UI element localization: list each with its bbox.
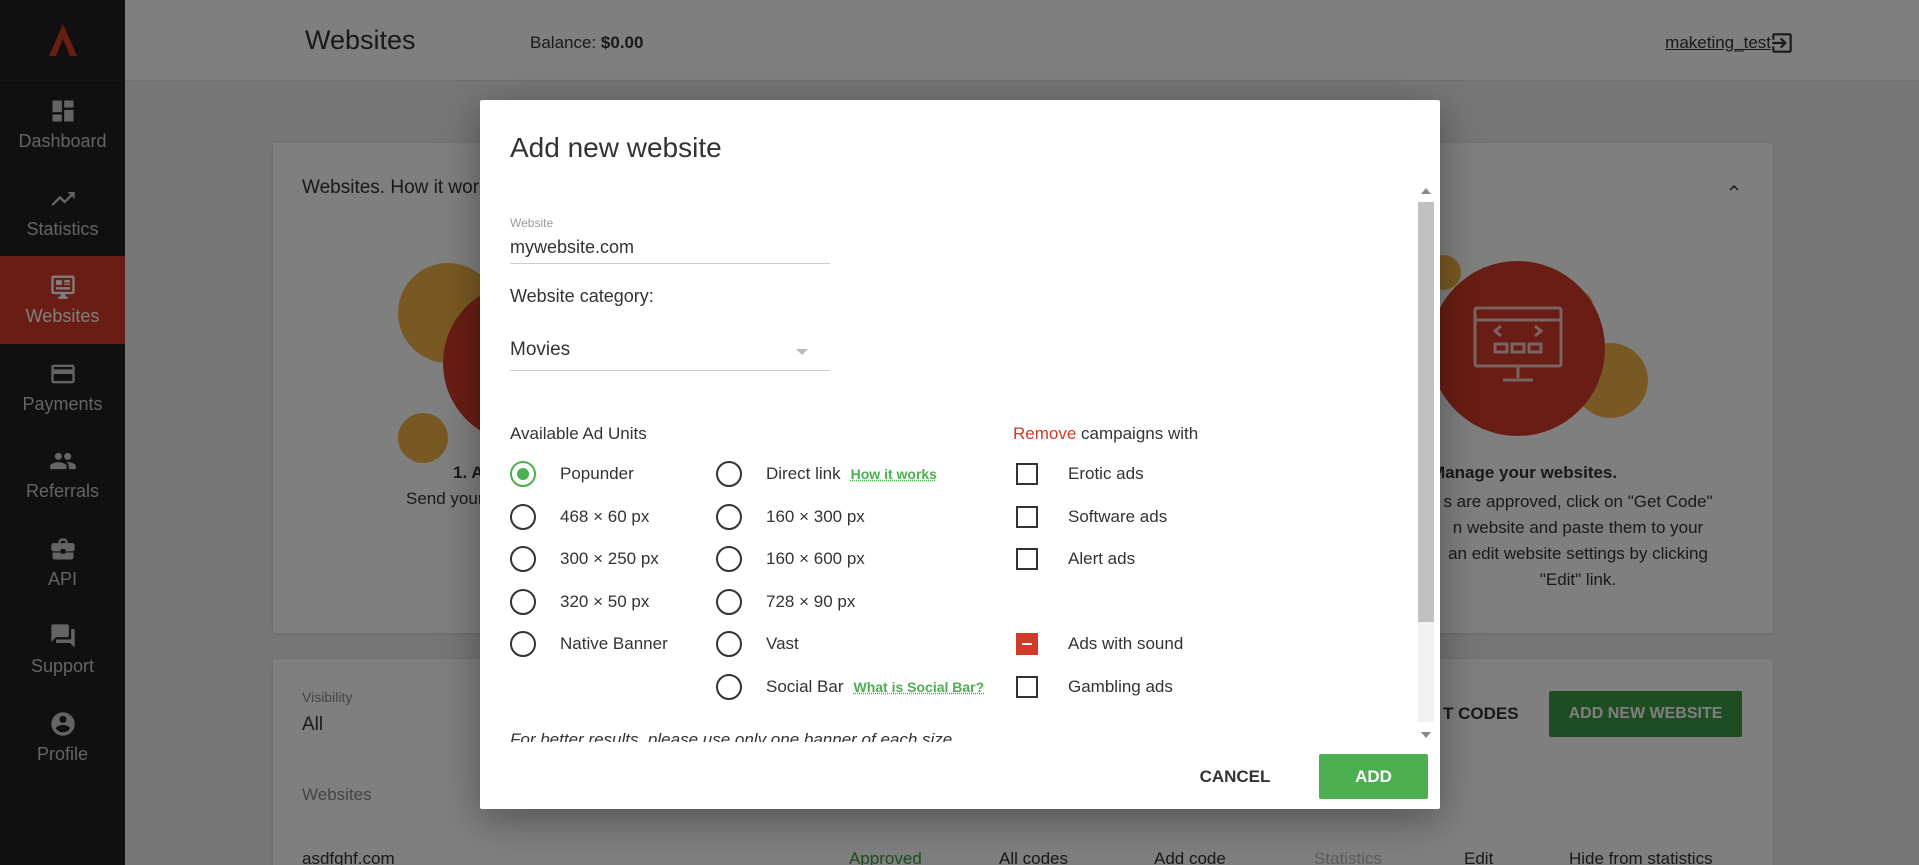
ad-unit-300x250[interactable]: 300 × 250 px [510,545,659,573]
radio-checked[interactable] [510,461,536,487]
ad-unit-label: 300 × 250 px [560,549,659,568]
campaign-label: Erotic ads [1068,464,1144,483]
ad-unit-direct-link[interactable]: Direct link How it works [716,460,937,488]
dialog-body: Website Website category: Movies Availab… [480,182,1420,742]
radio[interactable] [510,546,536,572]
ad-unit-728x90[interactable]: 728 × 90 px [716,588,855,616]
campaign-gambling[interactable]: Gambling ads [1016,673,1173,701]
checkbox[interactable] [1016,676,1038,698]
checkbox[interactable] [1016,548,1038,570]
campaign-label: Alert ads [1068,549,1136,568]
ad-unit-label: 160 × 600 px [766,549,865,568]
cancel-button[interactable]: CANCEL [1180,754,1290,800]
dialog-scrollbar[interactable] [1418,184,1434,742]
ad-unit-label: 160 × 300 px [766,507,865,526]
radio[interactable] [716,674,742,700]
ad-unit-468x60[interactable]: 468 × 60 px [510,503,649,531]
ad-unit-label: Social Bar [766,677,844,696]
category-value: Movies [510,339,571,360]
campaign-erotic[interactable]: Erotic ads [1016,460,1144,488]
ad-unit-160x300[interactable]: 160 × 300 px [716,503,865,531]
radio[interactable] [510,631,536,657]
ad-unit-label: 320 × 50 px [560,592,650,611]
ad-unit-160x600[interactable]: 160 × 600 px [716,545,865,573]
radio[interactable] [510,589,536,615]
scroll-up-icon[interactable] [1421,188,1431,194]
website-field-label: Website [510,216,554,230]
remove-rest: campaigns with [1076,424,1199,443]
size-note: For better results, please use only one … [510,730,957,742]
ad-units-title: Available Ad Units [510,424,647,443]
campaign-software[interactable]: Software ads [1016,503,1167,531]
category-select[interactable]: Movies [510,335,830,371]
remove-word: Remove [1013,424,1077,443]
ad-unit-label: 468 × 60 px [560,507,650,526]
ad-unit-label: Native Banner [560,634,668,653]
ad-unit-label: Vast [766,634,799,653]
radio[interactable] [716,589,742,615]
category-label: Website category: [510,286,654,306]
radio[interactable] [716,546,742,572]
checkbox[interactable] [1016,506,1038,528]
what-is-social-bar-link[interactable]: What is Social Bar? [853,679,984,695]
radio[interactable] [716,461,742,487]
ad-unit-label: 728 × 90 px [766,592,856,611]
ad-unit-320x50[interactable]: 320 × 50 px [510,588,649,616]
scroll-down-icon[interactable] [1421,732,1431,738]
website-input[interactable] [510,232,830,264]
scroll-thumb[interactable] [1418,202,1434,622]
how-it-works-link[interactable]: How it works [851,466,937,482]
remove-campaigns-title: Remove campaigns with [1013,424,1198,444]
campaign-label: Ads with sound [1068,634,1184,653]
add-website-dialog: Add new website Website Website category… [480,100,1440,809]
ad-unit-social-bar[interactable]: Social Bar What is Social Bar? [716,673,984,701]
ad-unit-label: Popunder [560,464,634,483]
radio[interactable] [716,631,742,657]
campaign-alert[interactable]: Alert ads [1016,545,1135,573]
checkbox[interactable] [1016,463,1038,485]
campaign-label: Software ads [1068,507,1168,526]
campaign-label: Gambling ads [1068,677,1173,696]
ad-unit-native-banner[interactable]: Native Banner [510,630,668,658]
dialog-title: Add new website [510,132,722,163]
ad-unit-popunder[interactable]: Popunder [510,460,634,488]
checkbox-indeterminate[interactable] [1016,633,1038,655]
radio[interactable] [510,504,536,530]
add-button[interactable]: ADD [1319,754,1428,799]
ad-unit-vast[interactable]: Vast [716,630,799,658]
chevron-down-icon [796,349,808,355]
ad-unit-label: Direct link [766,464,841,483]
campaign-sound[interactable]: Ads with sound [1016,630,1183,658]
radio[interactable] [716,504,742,530]
